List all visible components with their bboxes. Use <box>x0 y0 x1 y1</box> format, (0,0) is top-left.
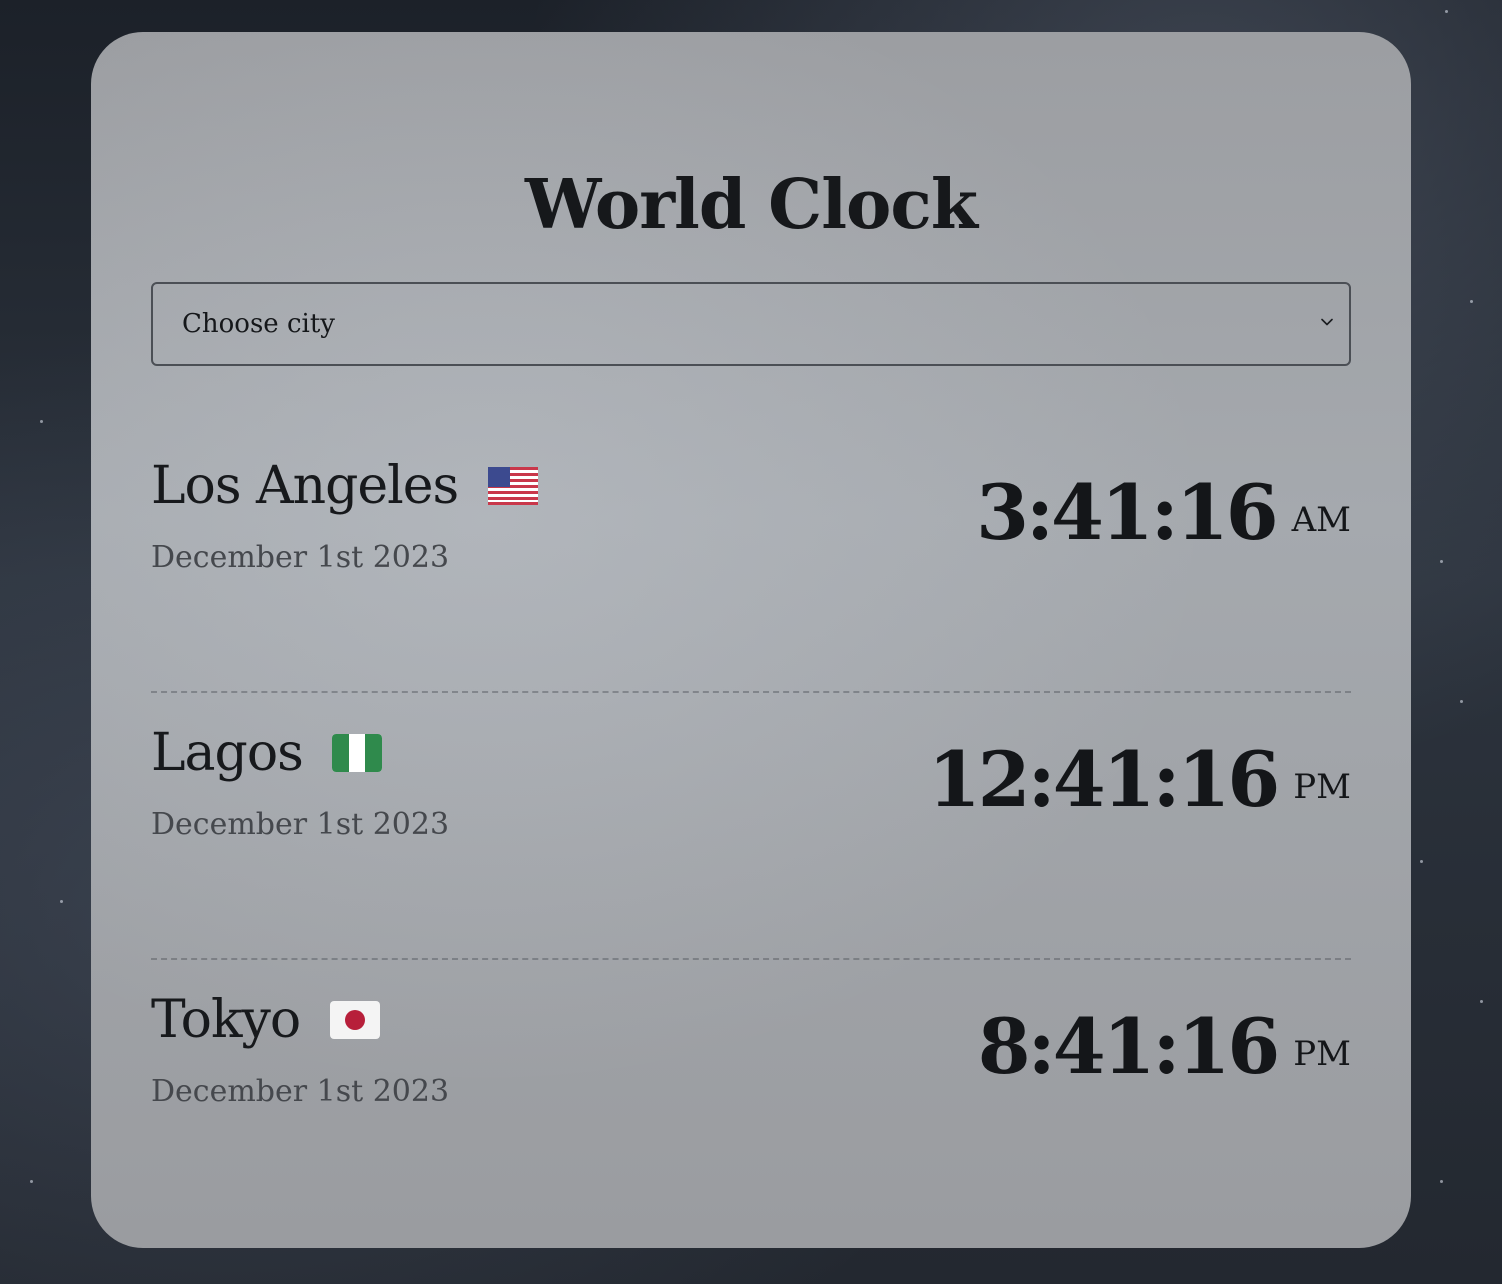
japan-flag-icon <box>329 1000 380 1039</box>
chevron-down-icon <box>1321 318 1333 326</box>
city-time: 8:41:16 PM <box>978 1002 1351 1092</box>
nigeria-flag-icon <box>332 733 383 772</box>
city-date: December 1st 2023 <box>151 540 450 575</box>
city-date: December 1st 2023 <box>151 1074 450 1109</box>
ampm-label: PM <box>1293 1034 1351 1074</box>
ampm-label: AM <box>1291 500 1351 540</box>
city-list: Los Angeles December 1st 2023 3:41:16 AM <box>151 426 1351 1227</box>
city-row-tokyo: Tokyo December 1st 2023 8:41:16 PM <box>151 960 1351 1227</box>
city-time: 3:41:16 AM <box>976 468 1351 558</box>
city-select-value: Choose city <box>182 309 335 339</box>
city-time: 12:41:16 PM <box>928 735 1351 825</box>
city-name: Lagos <box>151 723 304 783</box>
city-row-lagos: Lagos December 1st 2023 12:41:16 PM <box>151 693 1351 960</box>
time-value: 12:41:16 <box>927 735 1280 824</box>
city-name: Tokyo <box>151 990 301 1050</box>
page-title: World Clock <box>525 165 978 245</box>
ampm-label: PM <box>1293 767 1351 807</box>
us-flag-icon <box>487 466 538 505</box>
city-date: December 1st 2023 <box>151 807 450 842</box>
city-name: Los Angeles <box>151 456 459 516</box>
city-select[interactable]: Choose city <box>151 282 1351 366</box>
time-value: 3:41:16 <box>976 468 1279 557</box>
time-value: 8:41:16 <box>977 1002 1281 1091</box>
world-clock-card: World Clock Choose city Los Angeles Dece… <box>91 32 1411 1248</box>
city-row-los-angeles: Los Angeles December 1st 2023 3:41:16 AM <box>151 426 1351 693</box>
